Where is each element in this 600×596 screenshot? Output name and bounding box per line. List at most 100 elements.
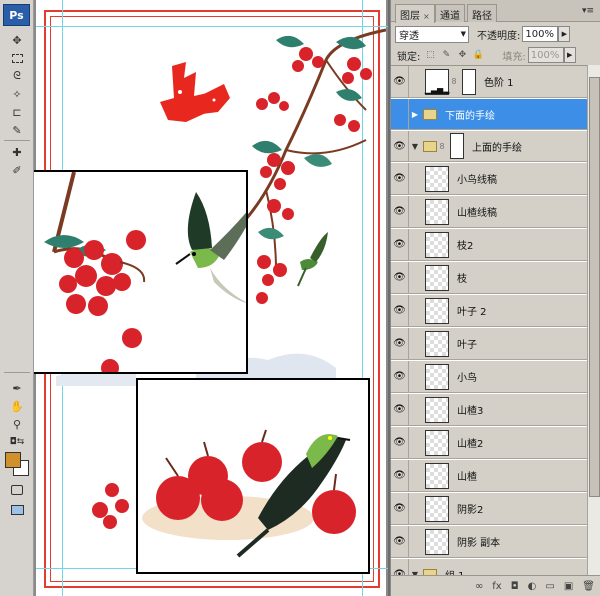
visibility-eye-icon[interactable]: 👁 xyxy=(391,559,409,575)
folder-icon xyxy=(423,140,437,152)
layer-name: 小鸟 xyxy=(457,373,477,384)
layer-thumbnail[interactable] xyxy=(425,429,449,456)
layer-row[interactable]: 👁 山楂 xyxy=(391,460,587,492)
magic-wand-icon[interactable]: ✧ xyxy=(7,86,27,102)
group-icon[interactable]: ▭ xyxy=(545,581,554,592)
layer-row[interactable]: 👁 山楂线稿 xyxy=(391,196,587,228)
trash-icon[interactable]: 🗑 xyxy=(582,581,595,592)
layer-thumbnail[interactable] xyxy=(425,495,449,522)
visibility-eye-icon[interactable]: 👁 xyxy=(391,460,409,491)
layer-thumbnail[interactable] xyxy=(425,396,449,423)
layer-name: 山楂3 xyxy=(457,406,484,417)
layer-name: 下面的手绘 xyxy=(445,110,495,122)
lock-all-icon[interactable]: 🔒 xyxy=(472,49,484,61)
layer-thumbnail[interactable] xyxy=(425,264,449,291)
layer-row[interactable]: 👁 小鸟 xyxy=(391,361,587,393)
layer-row[interactable]: 👁 枝2 xyxy=(391,229,587,261)
lock-position-icon[interactable]: ✥ xyxy=(456,49,468,61)
layer-row[interactable]: 👁 ▁▃▅▂ 8 色阶 1 xyxy=(391,66,587,98)
layer-row[interactable]: 👁 枝 xyxy=(391,262,587,294)
healing-brush-icon[interactable]: ✚ xyxy=(7,144,27,160)
layer-thumbnail[interactable] xyxy=(425,363,449,390)
layer-thumbnail[interactable] xyxy=(425,330,449,357)
swap-colors-icon[interactable]: ◘⇆ xyxy=(7,434,27,450)
visibility-eye-icon[interactable]: 👁 xyxy=(391,163,409,194)
visibility-eye-icon[interactable]: 👁 xyxy=(391,295,409,326)
close-tab-icon[interactable]: × xyxy=(423,12,430,21)
scrollbar-thumb[interactable] xyxy=(589,77,600,497)
layer-row[interactable]: 👁 叶子 xyxy=(391,328,587,360)
marquee-tool-icon[interactable] xyxy=(7,50,27,66)
layer-thumbnail[interactable] xyxy=(425,198,449,225)
zoom-tool-icon[interactable]: ⚲ xyxy=(7,416,27,432)
panel-menu-icon[interactable]: ▾≡ xyxy=(582,6,594,16)
foreground-color-swatch[interactable] xyxy=(5,452,21,468)
hand-tool-icon[interactable]: ✋ xyxy=(7,398,27,414)
visibility-eye-icon[interactable]: 👁 xyxy=(391,394,409,425)
layer-name: 小鸟线稿 xyxy=(457,175,497,186)
levels-histogram-icon[interactable]: ▁▃▅▂ xyxy=(425,68,449,95)
mask-icon[interactable]: ◘ xyxy=(511,581,519,592)
visibility-eye-icon[interactable]: 👁 xyxy=(391,196,409,227)
visibility-eye-icon[interactable]: 👁 xyxy=(391,427,409,458)
layer-row[interactable]: 👁 阴影2 xyxy=(391,493,587,525)
lock-pixels-icon[interactable]: ✎ xyxy=(440,49,452,61)
expand-down-icon[interactable]: ▼ xyxy=(409,142,421,151)
opacity-label: 不透明度: xyxy=(477,30,521,42)
layer-mask-thumbnail[interactable] xyxy=(450,133,464,159)
layer-row[interactable]: 👁 山楂3 xyxy=(391,394,587,426)
layer-row[interactable]: 👁 山楂2 xyxy=(391,427,587,459)
link-icon[interactable]: ∞ xyxy=(475,581,483,592)
opacity-field[interactable]: 100% xyxy=(522,26,559,42)
new-layer-icon[interactable]: ▣ xyxy=(564,581,573,592)
tools-panel: Ps ✥ ᘓ ✧ ⊏ ✎ ✚ ✐ ✒ ✋ ⚲ ◘⇆ xyxy=(0,0,34,596)
detail-inset-berries-bird xyxy=(34,170,248,374)
layer-thumbnail[interactable] xyxy=(425,165,449,192)
visibility-eye-icon[interactable]: 👁 xyxy=(391,262,409,293)
layers-scrollbar[interactable] xyxy=(587,65,600,575)
brush-icon[interactable]: ✐ xyxy=(7,162,27,178)
layer-row[interactable]: 👁▼组 1 xyxy=(391,559,587,575)
fill-slider-toggle[interactable]: ▶ xyxy=(563,47,576,63)
tab-layers-label: 图层 xyxy=(400,11,420,22)
tab-paths[interactable]: 路径 xyxy=(467,4,497,22)
layer-row[interactable]: ▶ 下面的手绘 xyxy=(391,99,587,130)
visibility-eye-icon[interactable]: 👁 xyxy=(391,361,409,392)
visibility-eye-icon[interactable]: 👁 xyxy=(391,66,409,97)
eyedropper-icon[interactable]: ✒ xyxy=(7,380,27,396)
link-icon: 8 xyxy=(439,141,445,151)
document-canvas[interactable] xyxy=(34,0,388,596)
quick-mask-icon[interactable] xyxy=(7,482,27,498)
visibility-eye-icon[interactable]: 👁 xyxy=(391,526,409,557)
visibility-eye-icon[interactable]: 👁 xyxy=(391,328,409,359)
layer-row[interactable]: 👁 阴影 副本 xyxy=(391,526,587,558)
fx-icon[interactable]: fx xyxy=(492,581,501,592)
layer-row[interactable]: 👁 ▼ 8 上面的手绘 xyxy=(391,131,587,162)
layers-panel: 图层 × 通道 路径 ▾≡ 穿透 ▼ 不透明度: 100% ▶ 锁定: ⬚ ✎ ✥… xyxy=(390,0,600,596)
visibility-eye-icon[interactable]: 👁 xyxy=(391,493,409,524)
blend-mode-select[interactable]: 穿透 ▼ xyxy=(395,25,469,43)
screen-mode-icon[interactable] xyxy=(7,502,27,518)
document-canvas-area[interactable] xyxy=(34,0,388,596)
crop-tool-icon[interactable]: ⊏ xyxy=(7,104,27,120)
layer-thumbnail[interactable] xyxy=(425,297,449,324)
collapse-right-icon[interactable]: ▶ xyxy=(409,110,421,119)
layer-row[interactable]: 👁 小鸟线稿 xyxy=(391,163,587,195)
lasso-tool-icon[interactable]: ᘓ xyxy=(7,68,27,84)
tab-layers[interactable]: 图层 × xyxy=(395,4,435,23)
opacity-slider-toggle[interactable]: ▶ xyxy=(558,26,571,42)
layer-row[interactable]: 👁 叶子 2 xyxy=(391,295,587,327)
lock-transparency-icon[interactable]: ⬚ xyxy=(424,49,436,61)
layer-thumbnail[interactable] xyxy=(425,462,449,489)
slice-eyedropper-icon[interactable]: ✎ xyxy=(7,122,27,138)
visibility-eye-icon[interactable]: 👁 xyxy=(391,131,409,161)
layer-thumbnail[interactable] xyxy=(425,528,449,555)
visibility-eye-icon[interactable] xyxy=(391,99,409,129)
fill-field[interactable]: 100% xyxy=(527,47,564,63)
move-tool-icon[interactable]: ✥ xyxy=(7,32,27,48)
layer-thumbnail[interactable] xyxy=(425,231,449,258)
adjustment-icon[interactable]: ◐ xyxy=(528,581,537,592)
layer-mask-thumbnail[interactable] xyxy=(462,68,476,95)
visibility-eye-icon[interactable]: 👁 xyxy=(391,229,409,260)
tab-channels[interactable]: 通道 xyxy=(435,4,465,22)
